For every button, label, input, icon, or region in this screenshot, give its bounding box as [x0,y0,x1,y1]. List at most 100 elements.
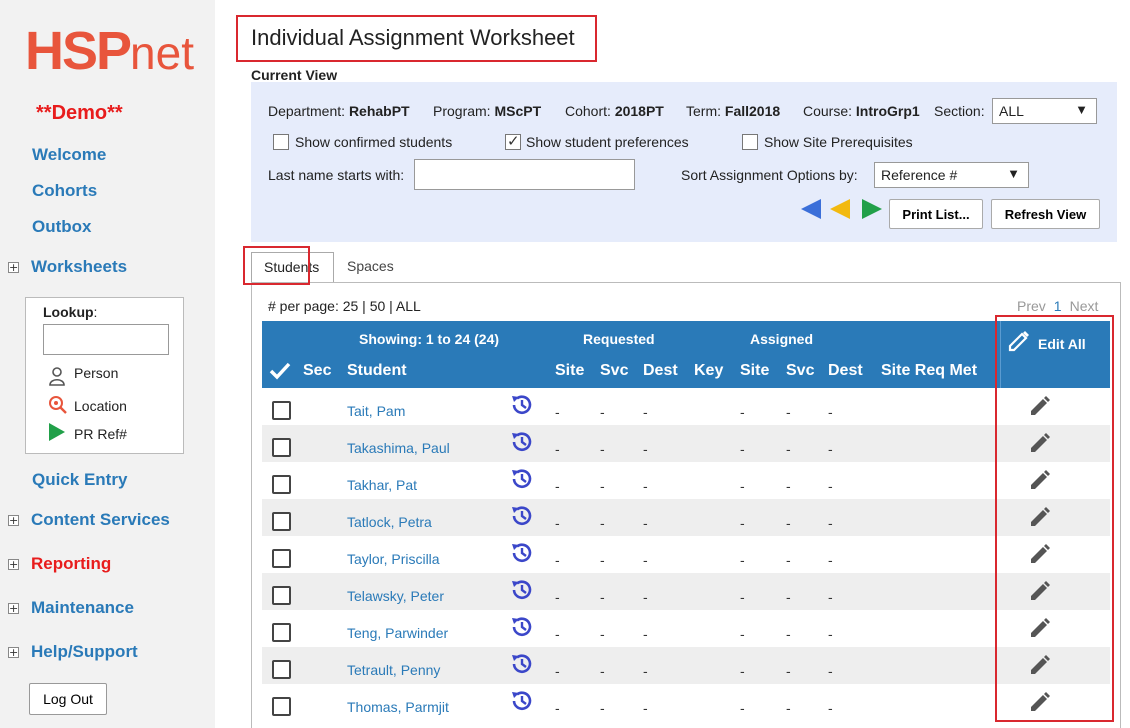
term-value: Fall2018 [724,103,781,119]
history-icon[interactable] [509,614,535,640]
row-cell: - [828,441,833,457]
show-preferences-checkbox[interactable] [505,132,521,150]
row-cell: - [600,589,605,605]
row-cell: - [828,515,833,531]
row-cell: - [643,515,648,531]
print-list-button[interactable]: Print List... [889,199,983,229]
nav-help-support[interactable]: Help/Support [31,642,138,662]
refresh-view-button[interactable]: Refresh View [991,199,1100,229]
col-asg-svc[interactable]: Svc [786,362,814,380]
logout-button[interactable]: Log Out [29,683,107,715]
nav-quick-entry[interactable]: Quick Entry [32,470,127,490]
history-icon[interactable] [509,577,535,603]
history-icon[interactable] [509,429,535,455]
nav-cohorts[interactable]: Cohorts [32,181,97,201]
sort-label: Sort Assignment Options by: [681,167,858,183]
row-cell: - [600,552,605,568]
nav-maintenance[interactable]: Maintenance [31,598,134,618]
student-name-link[interactable]: Tatlock, Petra [347,514,432,530]
student-name-link[interactable]: Thomas, Parmjit [347,699,449,715]
prev-link[interactable]: Prev [1017,298,1046,314]
lastname-input[interactable] [414,159,635,190]
col-student[interactable]: Student [347,362,407,380]
row-select-checkbox[interactable] [272,586,291,605]
row-cell: - [828,478,833,494]
col-site-req-met[interactable]: Site Req Met [881,362,977,380]
col-sec[interactable]: Sec [303,362,331,380]
expand-help-icon[interactable]: + [8,647,19,658]
history-icon[interactable] [509,466,535,492]
previous-arrow-icon[interactable] [800,198,822,220]
history-icon[interactable] [509,540,535,566]
expand-reporting-icon[interactable]: + [8,559,19,570]
table-header: Showing: 1 to 24 (24) Requested Assigned… [262,321,1110,388]
history-icon[interactable] [509,392,535,418]
col-req-svc[interactable]: Svc [600,362,628,380]
row-cell: - [600,478,605,494]
row-select-checkbox[interactable] [272,475,291,494]
row-select-checkbox[interactable] [272,438,291,457]
expand-maintenance-icon[interactable]: + [8,603,19,614]
page-number[interactable]: 1 [1054,298,1062,314]
history-icon[interactable] [509,688,535,714]
student-name-link[interactable]: Teng, Parwinder [347,625,448,641]
expand-content-services-icon[interactable]: + [8,515,19,526]
row-cell: - [786,478,791,494]
col-asg-site[interactable]: Site [740,362,769,380]
lookup-location[interactable]: Location [74,398,127,414]
program-filter: Program: MScPT [433,103,542,119]
nav-worksheets[interactable]: Worksheets [31,257,127,277]
row-cell: - [740,552,745,568]
next-link[interactable]: Next [1070,298,1099,314]
requested-group-header: Requested [583,331,655,347]
per-page-selector[interactable]: # per page: 25 | 50 | ALL [268,298,421,314]
row-select-checkbox[interactable] [272,623,291,642]
row-cell: - [643,700,648,716]
history-icon[interactable] [509,503,535,529]
lookup-input[interactable] [43,324,169,355]
play-icon [49,423,65,441]
nav-outbox[interactable]: Outbox [32,217,92,237]
row-select-checkbox[interactable] [272,512,291,531]
course-value: IntroGrp1 [855,103,920,119]
student-name-link[interactable]: Tetrault, Penny [347,662,440,678]
tab-spaces[interactable]: Spaces [347,258,394,274]
lookup-pr-ref[interactable]: PR Ref# [74,426,127,442]
history-icon[interactable] [509,651,535,677]
nav-content-services[interactable]: Content Services [31,510,170,530]
student-name-link[interactable]: Telawsky, Peter [347,588,444,604]
nav-welcome[interactable]: Welcome [32,145,106,165]
student-name-link[interactable]: Takashima, Paul [347,440,450,456]
row-select-checkbox[interactable] [272,401,291,420]
select-all-check-icon[interactable] [269,361,291,381]
show-confirmed-label: Show confirmed students [295,134,453,150]
next-arrow-icon[interactable] [861,198,883,220]
student-name-link[interactable]: Tait, Pam [347,403,405,419]
col-key[interactable]: Key [694,362,723,380]
edit-column-highlight-box [995,315,1114,722]
row-cell: - [555,663,560,679]
student-name-link[interactable]: Taylor, Priscilla [347,551,440,567]
show-prerequisites-checkbox[interactable] [742,134,758,150]
back-arrow-icon[interactable] [829,198,851,220]
sort-select[interactable]: Reference # ▼ [874,162,1029,188]
section-select[interactable]: ALL ▼ [992,98,1097,124]
hspnet-logo[interactable]: HSPnet [25,22,194,82]
col-req-dest[interactable]: Dest [643,362,678,380]
col-req-site[interactable]: Site [555,362,584,380]
row-select-checkbox[interactable] [272,660,291,679]
expand-worksheets-icon[interactable]: + [8,262,19,273]
row-cell: - [555,589,560,605]
col-asg-dest[interactable]: Dest [828,362,863,380]
row-select-checkbox[interactable] [272,549,291,568]
row-cell: - [555,515,560,531]
row-cell: - [600,626,605,642]
dropdown-arrow-icon: ▼ [1007,166,1020,181]
lookup-person[interactable]: Person [74,365,118,381]
student-name-link[interactable]: Takhar, Pat [347,477,417,493]
row-select-checkbox[interactable] [272,697,291,716]
row-cell: - [786,552,791,568]
show-confirmed-checkbox[interactable] [273,134,289,150]
nav-reporting[interactable]: Reporting [31,554,111,574]
row-cell: - [786,626,791,642]
